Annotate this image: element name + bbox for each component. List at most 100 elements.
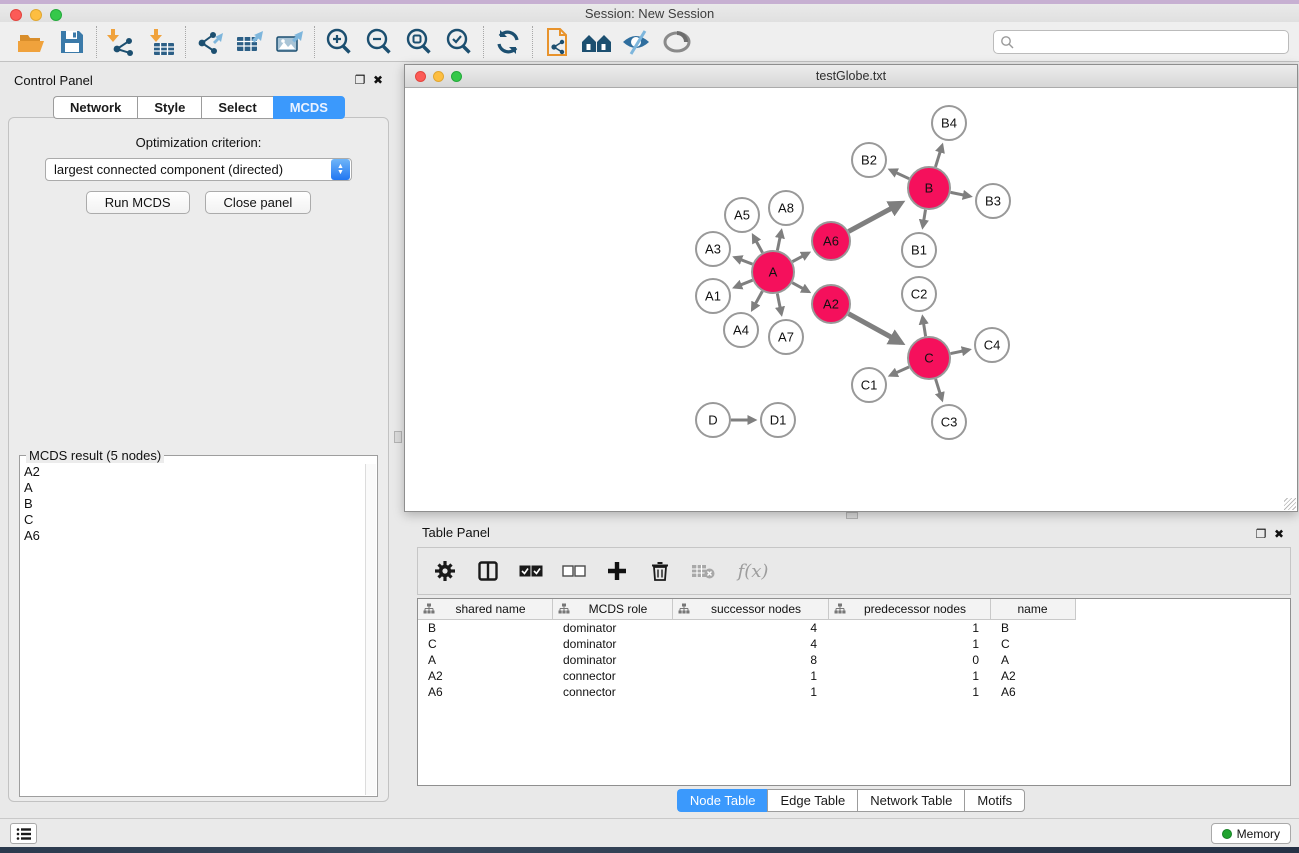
graph-edge-A-A6[interactable] [792,253,808,262]
graph-node-A1[interactable]: A1 [696,279,730,313]
tab-style[interactable]: Style [137,96,201,119]
table-cell[interactable]: A [418,652,553,668]
graph-edge-B-B1[interactable] [923,210,926,227]
create-column-button[interactable] [604,556,630,586]
tab-edge-table[interactable]: Edge Table [767,789,857,812]
result-list-item[interactable]: C [24,512,365,528]
table-cell[interactable]: B [418,620,553,636]
table-cell[interactable]: A2 [418,668,553,684]
zoom-fit-button[interactable] [399,25,439,59]
result-list-item[interactable]: B [24,496,365,512]
table-cell[interactable]: A6 [418,684,553,700]
close-panel-button[interactable]: ✖ [371,73,385,87]
delete-column-button[interactable] [647,556,673,586]
graph-node-A2[interactable]: A2 [812,285,850,323]
graph-node-A6[interactable]: A6 [812,222,850,260]
export-table-button[interactable] [230,25,270,59]
run-mcds-button[interactable]: Run MCDS [86,191,190,214]
zoom-in-button[interactable] [319,25,359,59]
tab-node-table[interactable]: Node Table [677,789,768,812]
column-header[interactable]: MCDS role [553,599,673,620]
table-cell[interactable]: C [991,636,1076,652]
vertical-splitter-handle[interactable] [394,431,402,443]
table-cell[interactable]: B [991,620,1076,636]
table-cell[interactable]: dominator [553,652,673,668]
import-network-button[interactable] [101,25,141,59]
network-canvas[interactable]: B4B2B3A8A5B1A3C2A1A4A7C4C1C3DD1BA6AA2C [406,89,1296,510]
graph-node-A3[interactable]: A3 [696,232,730,266]
graph-node-C3[interactable]: C3 [932,405,966,439]
graph-node-B2[interactable]: B2 [852,143,886,177]
graph-node-B[interactable]: B [908,167,950,209]
table-cell[interactable]: 1 [829,684,991,700]
minimize-window-button[interactable] [30,9,42,21]
table-cell[interactable]: 1 [829,620,991,636]
close-window-button[interactable] [10,9,22,21]
graph-node-D[interactable]: D [696,403,730,437]
tab-select[interactable]: Select [201,96,272,119]
show-columns-button[interactable] [475,556,501,586]
column-header[interactable]: name [991,599,1076,620]
open-session-button[interactable] [12,25,52,59]
graph-edge-A-A1[interactable] [735,280,753,287]
graph-node-B4[interactable]: B4 [932,106,966,140]
graph-node-C[interactable]: C [908,337,950,379]
table-cell[interactable]: connector [553,684,673,700]
zoom-selected-button[interactable] [439,25,479,59]
column-header[interactable]: predecessor nodes [829,599,991,620]
search-input[interactable] [1014,32,1288,52]
graph-edge-A-A4[interactable] [752,291,762,309]
graph-edge-C-C1[interactable] [891,367,909,375]
select-all-button[interactable] [518,556,544,586]
column-header[interactable]: successor nodes [673,599,829,620]
task-history-button[interactable] [10,823,37,844]
table-cell[interactable]: 4 [673,636,829,652]
table-cell[interactable]: C [418,636,553,652]
float-table-panel-button[interactable]: ❐ [1254,527,1268,541]
export-network-button[interactable] [190,25,230,59]
graph-edge-A-A2[interactable] [792,283,808,292]
show-all-button[interactable] [577,25,617,59]
table-cell[interactable]: 1 [829,636,991,652]
network-from-selection-button[interactable] [537,25,577,59]
table-cell[interactable]: 1 [673,684,829,700]
table-cell[interactable]: A2 [991,668,1076,684]
graph-node-A7[interactable]: A7 [769,320,803,354]
resize-grip[interactable] [1284,498,1296,510]
table-cell[interactable]: 1 [673,668,829,684]
table-cell[interactable]: dominator [553,636,673,652]
table-cell[interactable]: 1 [829,668,991,684]
graph-edge-A-A3[interactable] [735,257,752,264]
function-builder-button[interactable]: f(x) [733,556,773,586]
table-cell[interactable]: A6 [991,684,1076,700]
close-table-panel-button[interactable]: ✖ [1272,527,1286,541]
maximize-view-button[interactable] [451,71,462,82]
graph-node-C1[interactable]: C1 [852,368,886,402]
table-cell[interactable]: A [991,652,1076,668]
zoom-out-button[interactable] [359,25,399,59]
memory-button[interactable]: Memory [1211,823,1291,844]
graph-edge-C-C3[interactable] [936,379,942,399]
graph-node-C2[interactable]: C2 [902,277,936,311]
result-scrollbar[interactable] [365,464,376,795]
close-view-button[interactable] [415,71,426,82]
graph-edge-A-A7[interactable] [777,294,781,314]
graph-node-B1[interactable]: B1 [902,233,936,267]
graph-node-A8[interactable]: A8 [769,191,803,225]
network-window-titlebar[interactable]: testGlobe.txt [405,65,1297,88]
table-row[interactable]: Adominator80A [418,652,1290,668]
graph-edge-A-A8[interactable] [777,231,781,250]
graph-node-D1[interactable]: D1 [761,403,795,437]
export-image-button[interactable] [270,25,310,59]
graph-edge-B-B3[interactable] [951,192,970,196]
table-row[interactable]: A6connector11A6 [418,684,1290,700]
table-cell[interactable]: connector [553,668,673,684]
delete-table-button[interactable] [690,556,716,586]
tab-network-table[interactable]: Network Table [857,789,964,812]
column-header[interactable]: shared name [418,599,553,620]
criterion-dropdown[interactable]: largest connected component (directed) ▲… [45,158,352,181]
apply-layout-button[interactable] [488,25,528,59]
graph-edge-A6-B[interactable] [849,203,901,231]
minimize-view-button[interactable] [433,71,444,82]
import-table-button[interactable] [141,25,181,59]
